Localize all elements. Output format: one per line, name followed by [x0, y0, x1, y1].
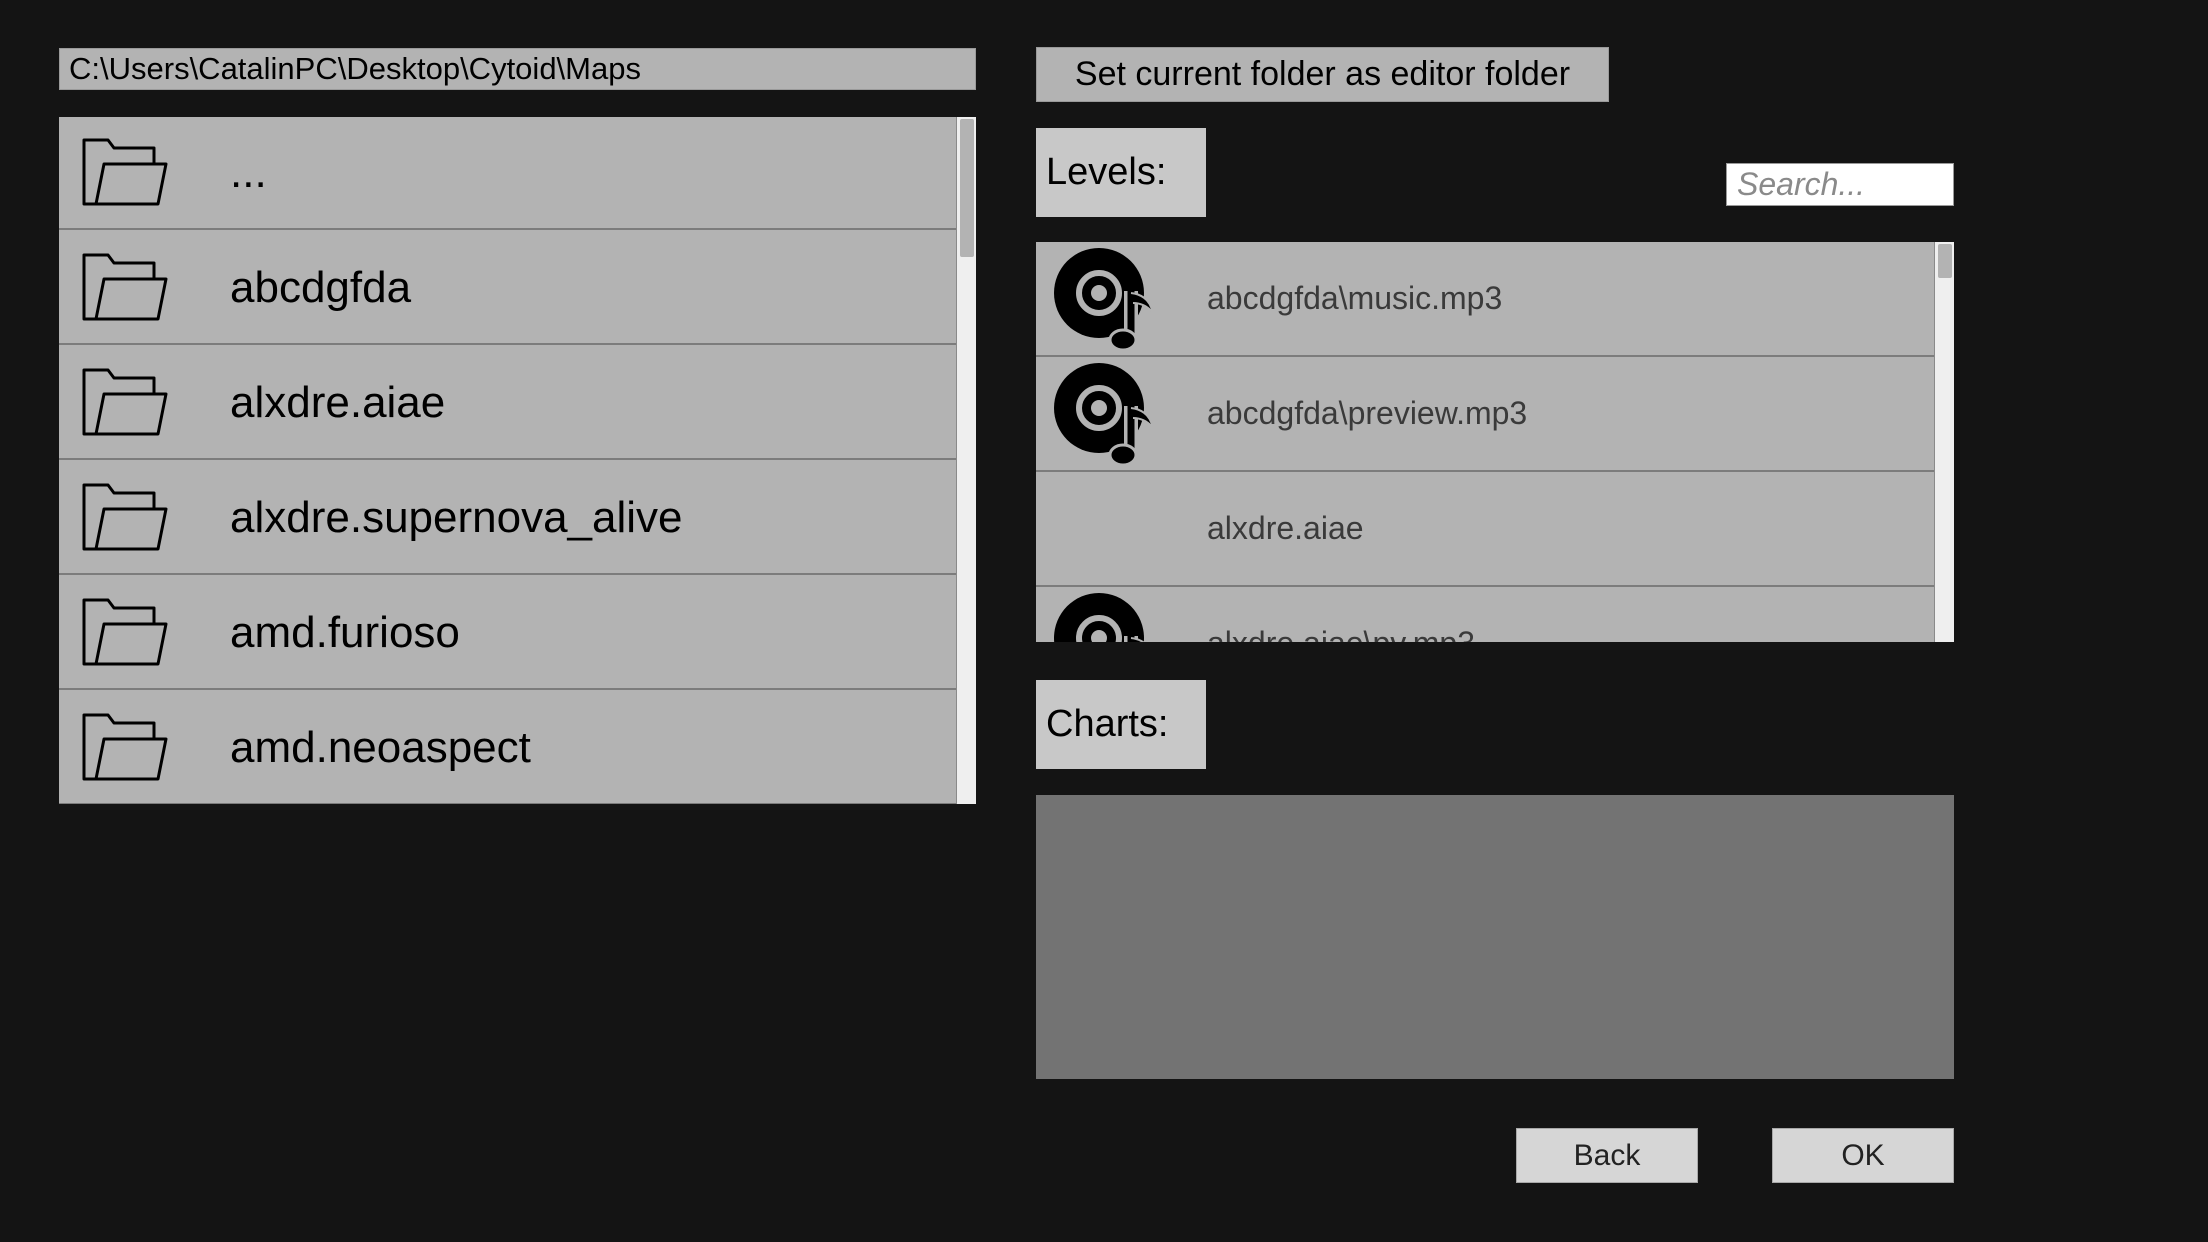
level-item-label: abcdgfda\preview.mp3: [1207, 395, 1528, 431]
folder-icon: [82, 483, 168, 551]
level-item[interactable]: abcdgfda\preview.mp3: [1036, 357, 1934, 472]
folder-icon: [82, 713, 168, 781]
level-item-label: alxdre.aiae: [1207, 510, 1364, 546]
charts-list[interactable]: [1036, 795, 1954, 1079]
folder-item-label: abcdgfda: [230, 263, 412, 312]
set-editor-folder-button[interactable]: Set current folder as editor folder: [1036, 47, 1609, 102]
level-item[interactable]: alxdre.aiae: [1036, 472, 1934, 587]
folder-icon: [82, 368, 168, 436]
folder-item-alxdre-supernova-alive[interactable]: alxdre.supernova_alive: [59, 462, 956, 575]
scrollbar-thumb[interactable]: [960, 119, 974, 257]
folder-item-label: amd.neoaspect: [230, 723, 531, 772]
level-item[interactable]: abcdgfda\music.mp3: [1036, 242, 1934, 357]
folder-item-label: amd.furioso: [230, 608, 460, 657]
levels-list[interactable]: abcdgfda\music.mp3 abcdgfda\preview.mp3 …: [1036, 242, 1954, 642]
folder-item-amd-furioso[interactable]: amd.furioso: [59, 577, 956, 690]
music-disc-icon: [1054, 248, 1154, 350]
music-disc-icon: [1054, 593, 1145, 642]
folder-item-alxdre-aiae[interactable]: alxdre.aiae: [59, 347, 956, 460]
level-item-label: abcdgfda\music.mp3: [1207, 280, 1503, 316]
level-item[interactable]: alxdre.aiae\pv.mp3: [1036, 587, 1934, 642]
charts-label: Charts:: [1036, 680, 1206, 769]
levels-list-scrollbar[interactable]: [1934, 242, 1954, 642]
current-path: C:\Users\CatalinPC\Desktop\Cytoid\Maps: [59, 48, 976, 90]
folder-icon: [82, 598, 168, 666]
ok-button[interactable]: OK: [1772, 1128, 1954, 1183]
back-button[interactable]: Back: [1516, 1128, 1698, 1183]
folder-list[interactable]: ... abcdgfda alxdre.aiae alxdre.supernov…: [59, 117, 976, 804]
folder-icon: [82, 253, 168, 321]
music-disc-icon: [1054, 363, 1154, 465]
folder-item-parent[interactable]: ...: [59, 117, 956, 230]
scrollbar-thumb[interactable]: [1938, 244, 1952, 278]
folder-item-label: ...: [230, 148, 267, 197]
level-item-label: alxdre.aiae\pv.mp3: [1207, 587, 1475, 642]
folder-icon: [82, 138, 168, 206]
folder-item-abcdgfda[interactable]: abcdgfda: [59, 232, 956, 345]
folder-item-label: alxdre.supernova_alive: [230, 493, 683, 542]
search-input[interactable]: [1726, 163, 1954, 206]
folder-item-amd-neoaspect[interactable]: amd.neoaspect: [59, 692, 956, 804]
folder-item-label: alxdre.aiae: [230, 378, 446, 427]
folder-list-scrollbar[interactable]: [956, 117, 976, 804]
levels-label: Levels:: [1036, 128, 1206, 217]
